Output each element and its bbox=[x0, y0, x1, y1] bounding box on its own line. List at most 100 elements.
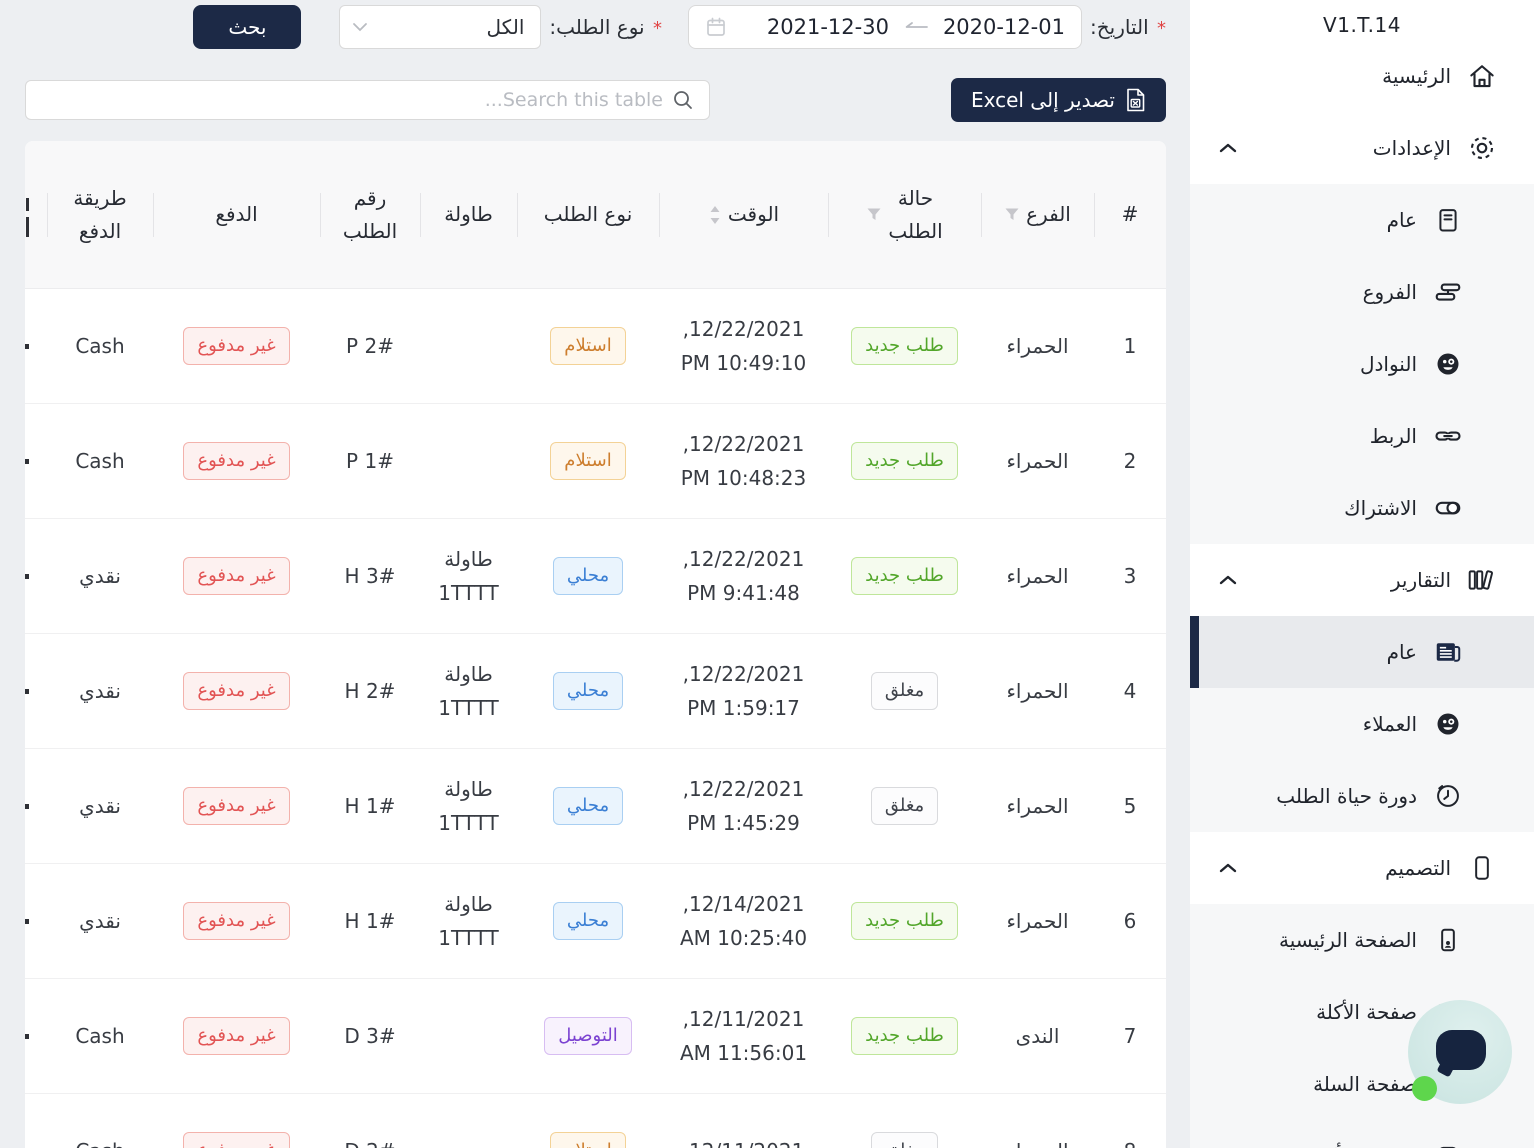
table-cell bbox=[420, 1094, 517, 1148]
branch-cell: الحمراء bbox=[981, 519, 1094, 634]
sidebar-item-face[interactable]: العملاء bbox=[1190, 688, 1534, 760]
order-type-badge: استلام bbox=[550, 327, 625, 365]
sidebar-item-label: عام bbox=[1387, 208, 1417, 232]
date-to-value[interactable]: 2021-12-30 bbox=[767, 15, 889, 39]
col-header-label: حالةالطلب bbox=[888, 182, 942, 248]
search-icon bbox=[672, 89, 694, 111]
chat-widget[interactable] bbox=[1408, 1000, 1512, 1104]
payment-badge: غير مدفوع bbox=[183, 787, 289, 825]
clipped-cell bbox=[25, 1094, 47, 1148]
sidebar-item-clock[interactable]: دورة حياة الطلب bbox=[1190, 760, 1534, 832]
time-cell: 12/22/2021,1:45:29 PM bbox=[659, 749, 828, 864]
sidebar-item-label: الاشتراك bbox=[1344, 496, 1417, 520]
num-cell: 6 bbox=[1094, 864, 1166, 979]
col-header-table: طاولة bbox=[420, 141, 517, 289]
news-icon bbox=[1432, 637, 1464, 667]
method-cell: Cash bbox=[47, 1094, 153, 1148]
face-icon bbox=[1432, 710, 1464, 738]
filter-funnel-icon[interactable] bbox=[866, 207, 882, 222]
table-row[interactable]: 2الحمراءطلب جديد12/22/2021,10:48:23 PMاس… bbox=[25, 404, 1166, 519]
date-filter-label: * التاريخ: bbox=[1090, 15, 1166, 39]
order-type-badge: محلي bbox=[553, 787, 623, 825]
chevron-up-icon bbox=[1218, 142, 1238, 154]
date-from-value[interactable]: 2020-12-01 bbox=[943, 15, 1065, 39]
status-badge: مغلق bbox=[871, 672, 938, 710]
date-range-picker[interactable]: 2020-12-01 2021-12-30 bbox=[688, 5, 1082, 49]
time-cell: 12/11/2021,11:56:01 AM bbox=[659, 979, 828, 1094]
col-header-label: نوع الطلب bbox=[544, 198, 633, 231]
sidebar-item-label: التقارير bbox=[1391, 568, 1451, 592]
payment-badge: غير مدفوع bbox=[183, 327, 289, 365]
search-button[interactable]: بحث bbox=[193, 5, 301, 49]
sidebar-item-label: صفحة التأكيد bbox=[1310, 1144, 1417, 1148]
table-cell: طاولة1TTTT bbox=[420, 749, 517, 864]
col-header-branch[interactable]: الفرع bbox=[981, 141, 1094, 289]
time-cell: 12/14/2021,10:25:40 AM bbox=[659, 864, 828, 979]
clipped-cell bbox=[25, 519, 47, 634]
main-content: * التاريخ: 2020-12-01 2021-12-30 * نوع ا… bbox=[0, 0, 1190, 1148]
time-cell: 12/22/2021,10:49:10 PM bbox=[659, 289, 828, 404]
filter-funnel-icon[interactable] bbox=[1004, 207, 1020, 222]
branch-cell: الحمراء bbox=[981, 404, 1094, 519]
table-row[interactable]: 5الحمراءمغلق12/22/2021,1:45:29 PM محلي طاو… bbox=[25, 749, 1166, 864]
table-cell bbox=[420, 289, 517, 404]
sort-carets-icon[interactable] bbox=[708, 204, 722, 226]
doc-icon bbox=[1432, 206, 1464, 234]
sidebar-item-phone[interactable]: التصميم bbox=[1190, 832, 1534, 904]
sidebar-item-branches[interactable]: الفروع bbox=[1190, 256, 1534, 328]
sidebar-item-books[interactable]: التقارير bbox=[1190, 544, 1534, 616]
sidebar-item-link[interactable]: الربط bbox=[1190, 400, 1534, 472]
table-row[interactable]: 6الحمراءطلب جديد12/14/2021,10:25:40 AMمح… bbox=[25, 864, 1166, 979]
status-badge: طلب جديد bbox=[851, 1017, 958, 1055]
time-cell: 12/11/2021, bbox=[659, 1094, 828, 1148]
clipped-column-sliver bbox=[25, 804, 29, 809]
clipped-column-sliver bbox=[25, 689, 29, 694]
col-header-time[interactable]: الوقت bbox=[659, 141, 828, 289]
method-cell: نقدي bbox=[47, 634, 153, 749]
clipped-column-sliver bbox=[25, 574, 29, 579]
num-cell: 3 bbox=[1094, 519, 1166, 634]
table-row[interactable]: 1الحمراءطلب جديد12/22/2021,10:49:10 PMاس… bbox=[25, 289, 1166, 404]
payment-cell: غير مدفوع bbox=[153, 864, 320, 979]
table-cell bbox=[420, 979, 517, 1094]
col-header-method: طريقةالدفع bbox=[47, 141, 153, 289]
export-excel-button[interactable]: تصدير إلى Excel bbox=[951, 78, 1166, 122]
sidebar: V1.T.14 الرئيسيةالإعداداتعامالفروعالنواد… bbox=[1190, 0, 1534, 1148]
payment-cell: غير مدفوع bbox=[153, 404, 320, 519]
order-type-select[interactable]: الكل bbox=[339, 5, 541, 49]
sidebar-item-home[interactable]: الرئيسية bbox=[1190, 40, 1534, 112]
order-type-badge: محلي bbox=[553, 902, 623, 940]
sidebar-item-phonepage[interactable]: الصفحة الرئيسية bbox=[1190, 904, 1534, 976]
sidebar-item-doc[interactable]: عام bbox=[1190, 184, 1534, 256]
check-icon bbox=[1432, 1142, 1464, 1148]
orders-table-card: #الفرعحالةالطلبالوقتنوع الطلبطاولةرقمالط… bbox=[25, 141, 1166, 1148]
order-type-selected-value: الكل bbox=[487, 15, 525, 39]
clipped-cell bbox=[25, 634, 47, 749]
table-row[interactable]: 7الندىطلب جديد12/11/2021,11:56:01 AMالتو… bbox=[25, 979, 1166, 1094]
col-header-status[interactable]: حالةالطلب bbox=[828, 141, 981, 289]
table-row[interactable]: 8الحمراءمغلق12/11/2021,استلامD 2#غير مدف… bbox=[25, 1094, 1166, 1148]
table-row[interactable]: 4الحمراءمغلق12/22/2021,1:59:17 PMمحليطاو… bbox=[25, 634, 1166, 749]
num-cell: 5 bbox=[1094, 749, 1166, 864]
table-search-box bbox=[25, 80, 710, 120]
sidebar-item-news[interactable]: عام bbox=[1190, 616, 1534, 688]
sidebar-item-check[interactable]: صفحة التأكيد bbox=[1190, 1120, 1534, 1148]
table-row[interactable]: 3الحمراءطلب جديد12/22/2021,9:41:48 PMمحل… bbox=[25, 519, 1166, 634]
sidebar-item-toggle[interactable]: الاشتراك bbox=[1190, 472, 1534, 544]
order_no-cell: H 1# bbox=[320, 864, 420, 979]
branch-cell: الحمراء bbox=[981, 749, 1094, 864]
clipped-column-sliver bbox=[25, 1034, 29, 1039]
sidebar-item-label: النوادل bbox=[1360, 352, 1417, 376]
sidebar-item-face[interactable]: النوادل bbox=[1190, 328, 1534, 400]
table-search-input[interactable] bbox=[25, 80, 710, 120]
branch-cell: الحمراء bbox=[981, 289, 1094, 404]
order_type-cell: التوصيل bbox=[517, 979, 659, 1094]
branches-icon bbox=[1432, 277, 1464, 307]
status-cell: طلب جديد bbox=[828, 864, 981, 979]
payment-cell: غير مدفوع bbox=[153, 519, 320, 634]
status-cell: مغلق bbox=[828, 749, 981, 864]
sidebar-item-gear[interactable]: الإعدادات bbox=[1190, 112, 1534, 184]
order_type-cell: محلي bbox=[517, 634, 659, 749]
orders-table: #الفرعحالةالطلبالوقتنوع الطلبطاولةرقمالط… bbox=[25, 141, 1166, 1148]
payment-cell: غير مدفوع bbox=[153, 1094, 320, 1148]
